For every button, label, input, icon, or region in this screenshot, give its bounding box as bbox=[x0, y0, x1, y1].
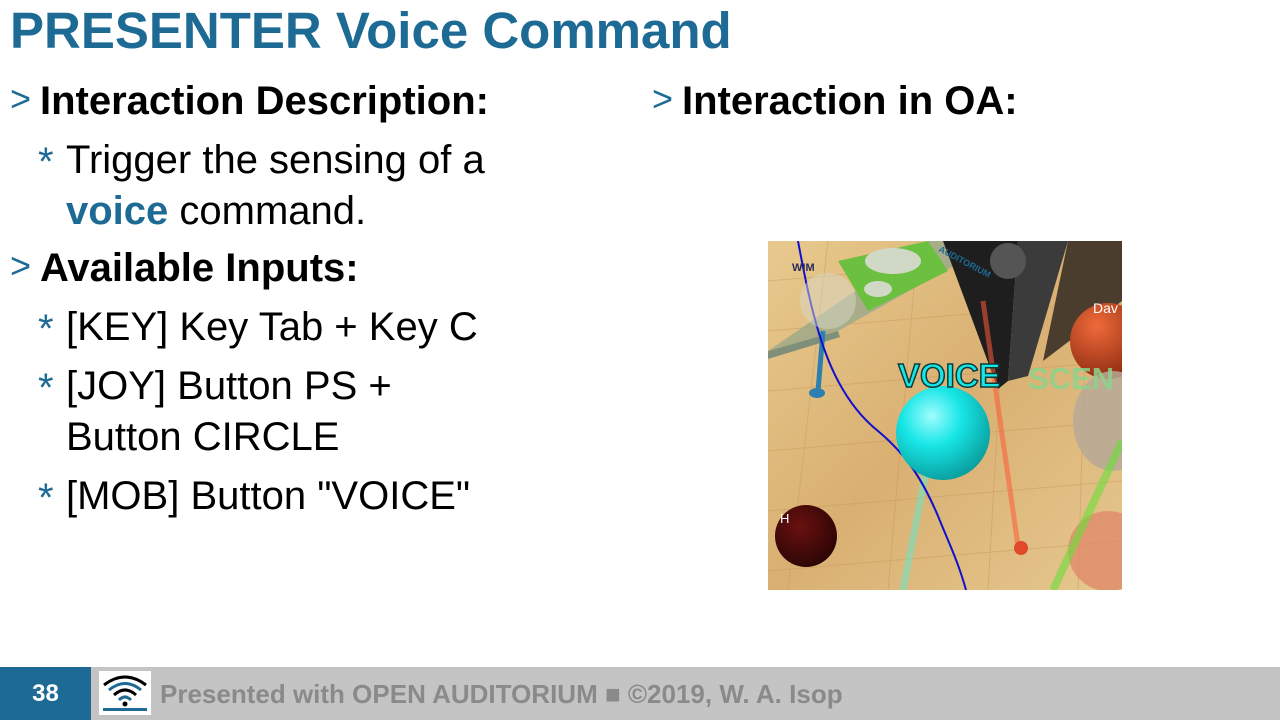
heading-label: Interaction Description: bbox=[40, 79, 489, 123]
dav-label: Dav bbox=[1093, 300, 1118, 316]
wim-label: WIM bbox=[792, 262, 815, 274]
footer-credit: Presented with OPEN AUDITORIUM ■ ©2019, … bbox=[160, 679, 843, 709]
oa-scene-image: VOICE SCEN WIM Dav H AUDITORIUM bbox=[768, 241, 1122, 590]
sub-bullet-marker: * bbox=[38, 476, 54, 520]
heading-interaction-in-oa: > Interaction in OA: bbox=[652, 78, 1252, 124]
heading-available-inputs: > Available Inputs: bbox=[10, 245, 610, 291]
description-text: Trigger the sensing of a bbox=[66, 138, 485, 182]
sub-bullet-marker: * bbox=[38, 366, 54, 410]
bullet-marker: > bbox=[10, 245, 32, 286]
heading-label: Interaction in OA: bbox=[682, 79, 1018, 123]
h-label: H bbox=[780, 511, 789, 526]
left-column: > Interaction Description: * Trigger the… bbox=[10, 78, 610, 522]
description-text-end: command. bbox=[168, 189, 367, 233]
scene-label: SCEN bbox=[1028, 361, 1114, 396]
oa-scene-screenshot: VOICE SCEN WIM Dav H AUDITORIUM bbox=[768, 241, 1122, 590]
input-item-mob: * [MOB] Button "VOICE" bbox=[10, 471, 610, 522]
input-text: [MOB] Button "VOICE" bbox=[66, 474, 471, 518]
input-text: [KEY] Key Tab + Key C bbox=[66, 305, 478, 349]
input-item-joy: * [JOY] Button PS + Button CIRCLE bbox=[10, 361, 496, 463]
open-auditorium-logo-icon bbox=[99, 671, 151, 715]
sub-bullet-marker: * bbox=[38, 140, 54, 184]
input-item-key: * [KEY] Key Tab + Key C bbox=[10, 302, 610, 353]
bullet-marker: > bbox=[652, 78, 674, 119]
right-column: > Interaction in OA: bbox=[652, 78, 1252, 124]
footer-bar: 38 Presented with OPEN AUDITORIUM ■ ©201… bbox=[0, 667, 1280, 720]
voice-highlight: voice bbox=[66, 189, 169, 233]
page-number: 38 bbox=[0, 667, 91, 720]
bullet-marker: > bbox=[10, 78, 32, 119]
heading-label: Available Inputs: bbox=[40, 246, 359, 290]
input-text: [JOY] Button PS + Button CIRCLE bbox=[66, 364, 392, 459]
page-title: PRESENTER Voice Command bbox=[10, 2, 732, 59]
voice-label: VOICE bbox=[898, 357, 1001, 394]
description-item: * Trigger the sensing of a voice command… bbox=[10, 135, 610, 237]
heading-interaction-description: > Interaction Description: bbox=[10, 78, 610, 124]
sub-bullet-marker: * bbox=[38, 307, 54, 351]
